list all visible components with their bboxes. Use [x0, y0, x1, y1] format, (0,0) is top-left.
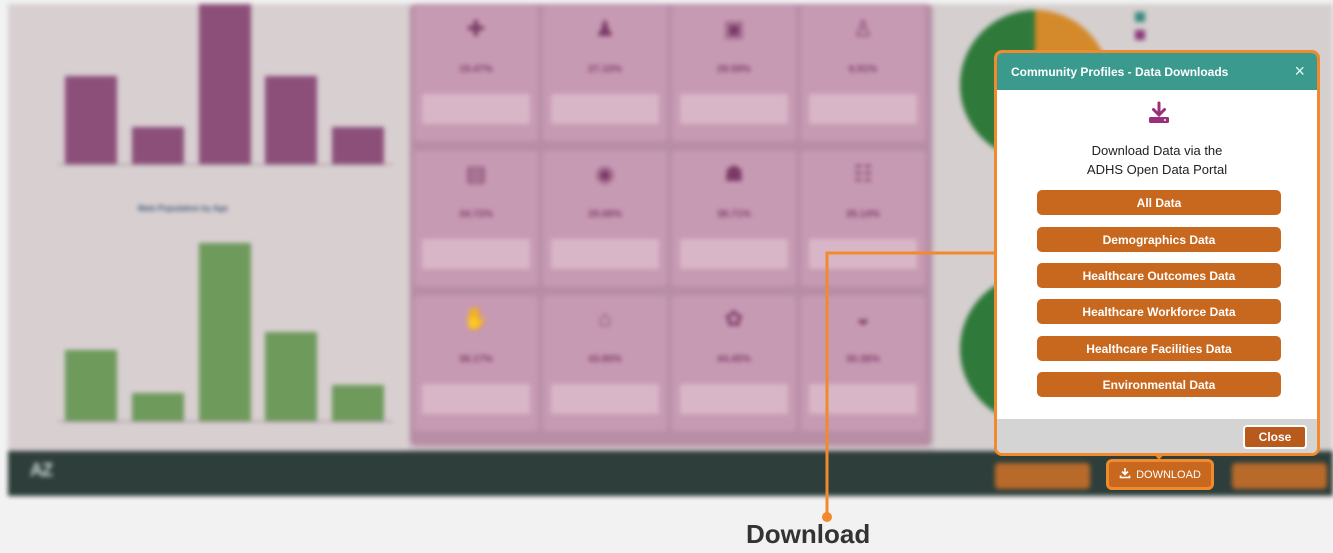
callout-line: [825, 251, 994, 515]
modal-heading-line: ADHS Open Data Portal: [1086, 162, 1228, 177]
modal-heading: Download Data via the ADHS Open Data Por…: [997, 141, 1317, 179]
data-downloads-modal: Community Profiles - Data Downloads × Do…: [994, 50, 1320, 456]
modal-heading-line: Download Data via the: [1091, 143, 1223, 158]
close-button[interactable]: Close: [1243, 425, 1307, 449]
healthcare-outcomes-data-button[interactable]: Healthcare Outcomes Data: [1037, 263, 1281, 288]
download-icon: [1119, 467, 1131, 482]
download-button[interactable]: DOWNLOAD: [1106, 459, 1214, 490]
healthcare-facilities-data-button[interactable]: Healthcare Facilities Data: [1037, 336, 1281, 361]
modal-title: Community Profiles - Data Downloads: [1011, 64, 1229, 79]
callout-label: Download: [746, 519, 871, 549]
close-icon[interactable]: ×: [1294, 61, 1305, 82]
all-data-button[interactable]: All Data: [1037, 190, 1281, 215]
demographics-data-button[interactable]: Demographics Data: [1037, 227, 1281, 252]
modal-footer: Close: [997, 419, 1317, 453]
environmental-data-button[interactable]: Environmental Data: [1037, 372, 1281, 397]
healthcare-workforce-data-button[interactable]: Healthcare Workforce Data: [1037, 299, 1281, 324]
download-icon: [1147, 101, 1171, 130]
download-button-label: DOWNLOAD: [1136, 468, 1201, 481]
modal-header: Community Profiles - Data Downloads: [997, 53, 1317, 90]
